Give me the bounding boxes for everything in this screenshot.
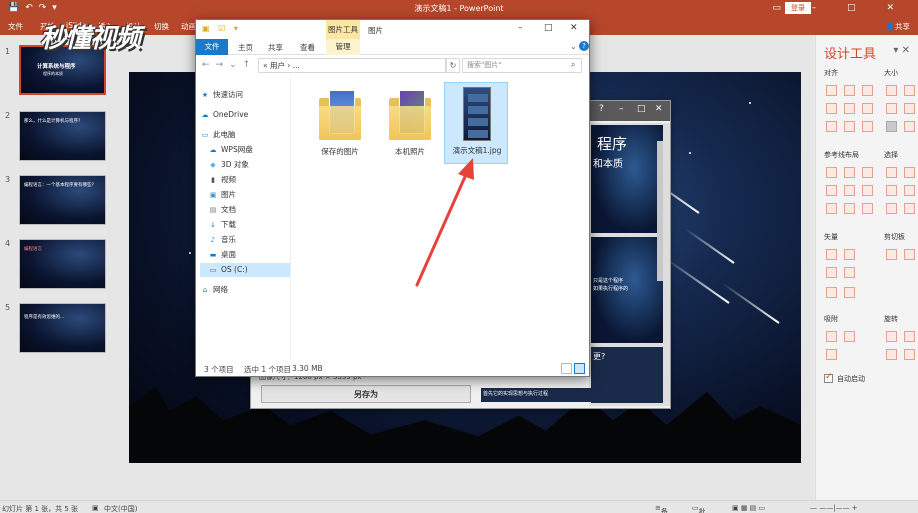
annotation-arrow [415, 158, 474, 287]
